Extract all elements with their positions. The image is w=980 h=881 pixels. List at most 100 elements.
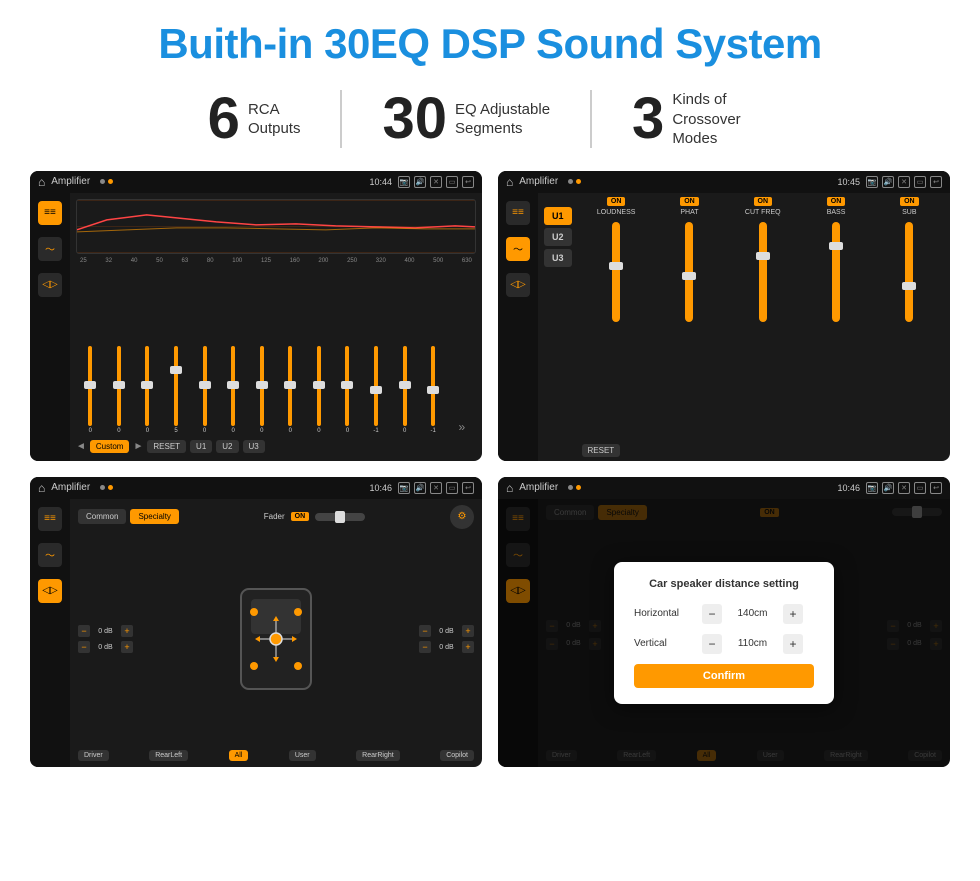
cross-v-track-4[interactable]	[832, 222, 840, 322]
stat-crossover-text: Kinds of Crossover Modes	[672, 90, 772, 149]
eq-track-10[interactable]	[345, 346, 349, 426]
nav-wave-icon-3[interactable]: 〜	[38, 543, 62, 567]
eq-track-1[interactable]	[88, 346, 92, 426]
nav-eq-icon-3[interactable]: ≡≡	[38, 507, 62, 531]
cross-v-thumb-5[interactable]	[902, 282, 916, 290]
btn-rearright[interactable]: RearRight	[356, 750, 400, 761]
fader-on-badge[interactable]: ON	[291, 512, 310, 521]
cross-v-track-1[interactable]	[612, 222, 620, 322]
cross-v-track-5[interactable]	[905, 222, 913, 322]
eq-thumb-4[interactable]	[170, 366, 182, 374]
eq-thumb-10[interactable]	[341, 381, 353, 389]
eq-thumb-11[interactable]	[370, 386, 382, 394]
eq-thumb-12[interactable]	[399, 381, 411, 389]
screen2-body: ≡≡ 〜 ◁▷ U1 U2 U3	[498, 193, 950, 461]
eq-thumb-7[interactable]	[256, 381, 268, 389]
dialog-horizontal-label: Horizontal	[634, 608, 694, 619]
back-icon-2[interactable]: ↩	[930, 176, 942, 188]
cross-u2[interactable]: U2	[544, 228, 572, 246]
loudness-on[interactable]: ON	[607, 197, 626, 206]
eq-u1-btn[interactable]: U1	[190, 440, 212, 453]
dialog-horizontal-minus[interactable]: −	[702, 604, 722, 624]
vol-rr-minus[interactable]: −	[419, 641, 431, 653]
btn-driver[interactable]: Driver	[78, 750, 109, 761]
ch-cutfreq: ON CUT FREQ	[728, 197, 797, 216]
eq-track-4[interactable]	[174, 346, 178, 426]
eq-custom-btn[interactable]: Custom	[90, 440, 130, 453]
cross-u1[interactable]: U1	[544, 207, 572, 225]
eq-track-5[interactable]	[203, 346, 207, 426]
vol-fr-minus[interactable]: −	[419, 625, 431, 637]
btn-copilot[interactable]: Copilot	[440, 750, 474, 761]
dialog-vertical-plus[interactable]: +	[783, 634, 803, 654]
back-icon-3[interactable]: ↩	[462, 482, 474, 494]
bass-on[interactable]: ON	[827, 197, 846, 206]
btn-rearleft[interactable]: RearLeft	[149, 750, 188, 761]
nav-wave-icon-2[interactable]: 〜	[506, 237, 530, 261]
btn-all[interactable]: All	[229, 750, 249, 761]
cross-v-track-2[interactable]	[685, 222, 693, 322]
eq-track-12[interactable]	[403, 346, 407, 426]
eq-track-7[interactable]	[260, 346, 264, 426]
nav-speaker-icon-3[interactable]: ◁▷	[38, 579, 62, 603]
cross-v-thumb-1[interactable]	[609, 262, 623, 270]
eq-thumb-1[interactable]	[84, 381, 96, 389]
cross-u3[interactable]: U3	[544, 249, 572, 267]
eq-track-11[interactable]	[374, 346, 378, 426]
cutfreq-on[interactable]: ON	[754, 197, 773, 206]
home-icon-4[interactable]: ⌂	[506, 481, 513, 495]
eq-track-8[interactable]	[288, 346, 292, 426]
eq-thumb-5[interactable]	[199, 381, 211, 389]
btn-user[interactable]: User	[289, 750, 316, 761]
vol-rr-plus[interactable]: +	[462, 641, 474, 653]
nav-speaker-icon[interactable]: ◁▷	[38, 273, 62, 297]
eq-thumb-2[interactable]	[113, 381, 125, 389]
cross-reset-btn[interactable]: RESET	[582, 444, 621, 457]
home-icon-2[interactable]: ⌂	[506, 175, 513, 189]
back-icon-4[interactable]: ↩	[930, 482, 942, 494]
home-icon-3[interactable]: ⌂	[38, 481, 45, 495]
sub-on[interactable]: ON	[900, 197, 919, 206]
eq-reset-btn[interactable]: RESET	[147, 440, 186, 453]
eq-thumb-8[interactable]	[284, 381, 296, 389]
eq-next-icon[interactable]: ►	[133, 441, 143, 452]
nav-speaker-icon-2[interactable]: ◁▷	[506, 273, 530, 297]
eq-thumb-13[interactable]	[427, 386, 439, 394]
eq-thumb-9[interactable]	[313, 381, 325, 389]
eq-track-2[interactable]	[117, 346, 121, 426]
cross-v-thumb-3[interactable]	[756, 252, 770, 260]
tab-specialty[interactable]: Specialty	[130, 509, 178, 524]
eq-track-13[interactable]	[431, 346, 435, 426]
nav-eq-icon-2[interactable]: ≡≡	[506, 201, 530, 225]
vol-fr-plus[interactable]: +	[462, 625, 474, 637]
eq-thumb-6[interactable]	[227, 381, 239, 389]
phat-on[interactable]: ON	[680, 197, 699, 206]
home-icon[interactable]: ⌂	[38, 175, 45, 189]
eq-track-3[interactable]	[145, 346, 149, 426]
vol-rl-minus[interactable]: −	[78, 641, 90, 653]
eq-u2-btn[interactable]: U2	[216, 440, 238, 453]
cross-v-thumb-2[interactable]	[682, 272, 696, 280]
tab-common[interactable]: Common	[78, 509, 126, 524]
settings-icon[interactable]: ⚙	[450, 505, 474, 529]
back-icon[interactable]: ↩	[462, 176, 474, 188]
eq-prev-icon[interactable]: ◄	[76, 441, 86, 452]
side-nav-3: ≡≡ 〜 ◁▷	[30, 499, 70, 767]
fader-thumb[interactable]	[335, 511, 345, 523]
eq-track-9[interactable]	[317, 346, 321, 426]
nav-wave-icon[interactable]: 〜	[38, 237, 62, 261]
cross-v-track-3[interactable]	[759, 222, 767, 322]
fader-slider[interactable]	[315, 513, 365, 521]
vol-fl-plus[interactable]: +	[121, 625, 133, 637]
eq-expand[interactable]: »	[450, 420, 475, 434]
dialog-vertical-minus[interactable]: −	[702, 634, 722, 654]
confirm-button[interactable]: Confirm	[634, 664, 814, 688]
vol-rl-plus[interactable]: +	[121, 641, 133, 653]
vol-fl-minus[interactable]: −	[78, 625, 90, 637]
cross-v-thumb-4[interactable]	[829, 242, 843, 250]
eq-thumb-3[interactable]	[141, 381, 153, 389]
eq-u3-btn[interactable]: U3	[243, 440, 265, 453]
eq-track-6[interactable]	[231, 346, 235, 426]
nav-eq-icon[interactable]: ≡≡	[38, 201, 62, 225]
dialog-horizontal-plus[interactable]: +	[783, 604, 803, 624]
